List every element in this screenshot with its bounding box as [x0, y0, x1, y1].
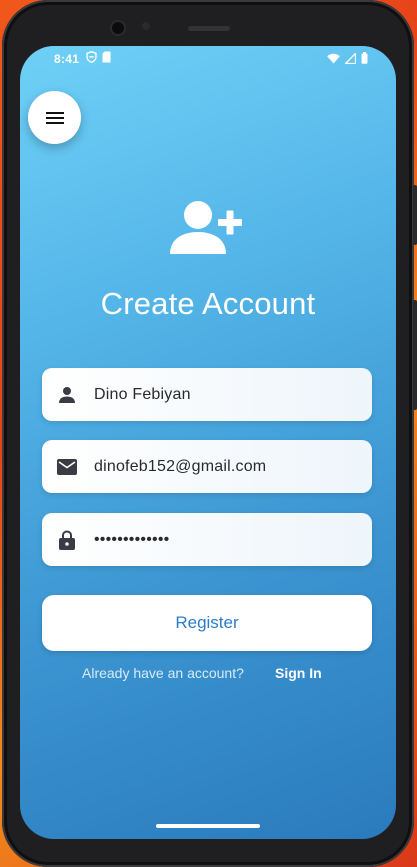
email-field[interactable]: [42, 440, 372, 493]
status-time: 8:41: [54, 52, 80, 66]
status-bar: 8:41: [20, 46, 396, 72]
wifi-icon: [327, 53, 340, 63]
register-button[interactable]: Register: [42, 595, 372, 651]
signin-link[interactable]: Sign In: [275, 665, 322, 681]
front-camera: [112, 22, 124, 34]
name-input[interactable]: [92, 384, 356, 405]
signal-icon: [345, 52, 356, 64]
battery-icon: [361, 52, 368, 64]
email-input[interactable]: [92, 456, 356, 477]
volume-button: [413, 185, 417, 245]
person-add-icon: [170, 201, 242, 254]
menu-icon: [45, 111, 64, 124]
home-indicator[interactable]: [156, 824, 260, 828]
password-input[interactable]: [92, 529, 356, 550]
mail-icon: [57, 458, 77, 475]
sim-card-icon: [102, 51, 111, 63]
earpiece-speaker: [188, 26, 230, 31]
already-account-text: Already have an account?: [82, 665, 244, 681]
menu-button[interactable]: [28, 91, 81, 144]
password-field[interactable]: [42, 513, 372, 566]
app-screen: 8:41 Create Account Dino Febiyan dinofeb…: [20, 46, 396, 839]
power-button: [413, 300, 417, 410]
lock-icon: [59, 529, 75, 550]
page-title: Create Account: [100, 286, 316, 321]
name-field[interactable]: [42, 368, 372, 421]
sensor: [142, 22, 150, 30]
person-icon: [59, 386, 75, 403]
shield-icon: [86, 51, 97, 63]
